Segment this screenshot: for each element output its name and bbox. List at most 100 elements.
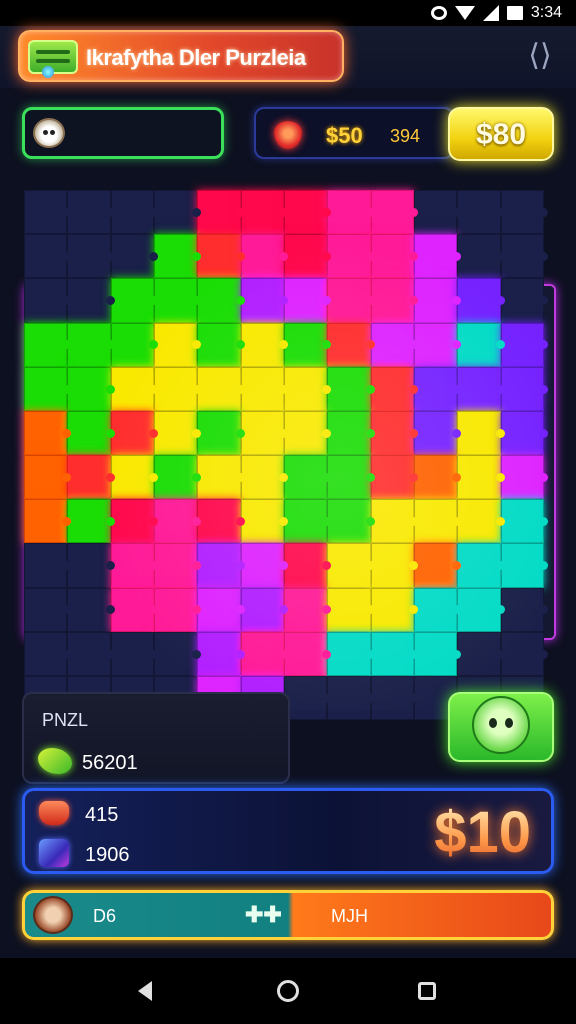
puzzle-piece[interactable] bbox=[197, 455, 246, 500]
exit-button[interactable]: ⟨⟩ bbox=[522, 38, 558, 74]
puzzle-piece[interactable] bbox=[24, 455, 72, 500]
puzzle-piece[interactable] bbox=[67, 631, 116, 676]
puzzle-piece[interactable] bbox=[24, 322, 72, 367]
puzzle-piece[interactable] bbox=[327, 587, 376, 632]
puzzle-piece[interactable] bbox=[153, 322, 202, 367]
puzzle-piece[interactable] bbox=[370, 190, 419, 235]
puzzle-piece[interactable] bbox=[67, 190, 116, 235]
puzzle-piece[interactable] bbox=[457, 366, 506, 411]
puzzle-piece[interactable] bbox=[370, 455, 419, 500]
puzzle-piece[interactable] bbox=[240, 190, 289, 235]
puzzle-piece[interactable] bbox=[197, 322, 246, 367]
puzzle-piece[interactable] bbox=[457, 278, 506, 323]
puzzle-piece[interactable] bbox=[370, 410, 419, 455]
puzzle-piece[interactable] bbox=[67, 410, 116, 455]
puzzle-piece[interactable] bbox=[240, 278, 289, 323]
puzzle-piece[interactable] bbox=[110, 631, 159, 676]
puzzle-piece[interactable] bbox=[413, 190, 462, 235]
puzzle-piece[interactable] bbox=[500, 499, 549, 544]
puzzle-piece[interactable] bbox=[500, 366, 549, 411]
puzzle-piece[interactable] bbox=[413, 234, 462, 279]
puzzle-piece[interactable] bbox=[67, 455, 116, 500]
puzzle-piece[interactable] bbox=[197, 631, 246, 676]
puzzle-piece[interactable] bbox=[153, 410, 202, 455]
puzzle-piece[interactable] bbox=[327, 631, 376, 676]
puzzle-piece[interactable] bbox=[500, 322, 549, 367]
puzzle-piece[interactable] bbox=[500, 631, 549, 676]
puzzle-piece[interactable] bbox=[110, 234, 159, 279]
puzzle-piece[interactable] bbox=[110, 366, 159, 411]
puzzle-piece[interactable] bbox=[283, 410, 332, 455]
puzzle-piece[interactable] bbox=[24, 587, 72, 632]
puzzle-piece[interactable] bbox=[500, 587, 549, 632]
puzzle-piece[interactable] bbox=[457, 190, 506, 235]
puzzle-piece[interactable] bbox=[67, 234, 116, 279]
puzzle-piece[interactable] bbox=[24, 410, 72, 455]
puzzle-piece[interactable] bbox=[153, 278, 202, 323]
puzzle-piece[interactable] bbox=[283, 322, 332, 367]
puzzle-piece[interactable] bbox=[24, 499, 72, 544]
puzzle-piece[interactable] bbox=[327, 278, 376, 323]
puzzle-piece[interactable] bbox=[153, 234, 202, 279]
puzzle-piece[interactable] bbox=[197, 234, 246, 279]
puzzle-piece[interactable] bbox=[283, 234, 332, 279]
puzzle-piece[interactable] bbox=[413, 455, 462, 500]
puzzle-piece[interactable] bbox=[110, 455, 159, 500]
reward-panel[interactable]: 415 1906 $10 bbox=[22, 788, 554, 874]
puzzle-piece[interactable] bbox=[283, 543, 332, 588]
puzzle-piece[interactable] bbox=[240, 366, 289, 411]
puzzle-piece[interactable] bbox=[67, 543, 116, 588]
puzzle-piece[interactable] bbox=[457, 543, 506, 588]
puzzle-piece[interactable] bbox=[500, 455, 549, 500]
puzzle-piece[interactable] bbox=[24, 278, 72, 323]
recents-button[interactable] bbox=[412, 976, 442, 1006]
puzzle-piece[interactable] bbox=[197, 366, 246, 411]
puzzle-piece[interactable] bbox=[240, 499, 289, 544]
puzzle-piece[interactable] bbox=[413, 587, 462, 632]
puzzle-piece[interactable] bbox=[283, 366, 332, 411]
puzzle-piece[interactable] bbox=[457, 322, 506, 367]
puzzle-piece[interactable] bbox=[500, 234, 549, 279]
puzzle-piece[interactable] bbox=[370, 366, 419, 411]
puzzle-piece[interactable] bbox=[197, 410, 246, 455]
reward-price[interactable]: $10 bbox=[434, 799, 531, 866]
puzzle-piece[interactable] bbox=[327, 366, 376, 411]
puzzle-piece[interactable] bbox=[413, 366, 462, 411]
puzzle-piece[interactable] bbox=[457, 499, 506, 544]
puzzle-piece[interactable] bbox=[283, 499, 332, 544]
puzzle-piece[interactable] bbox=[283, 190, 332, 235]
puzzle-piece[interactable] bbox=[240, 631, 289, 676]
puzzle-piece[interactable] bbox=[457, 455, 506, 500]
puzzle-piece[interactable] bbox=[370, 234, 419, 279]
puzzle-piece[interactable] bbox=[327, 190, 376, 235]
puzzle-piece[interactable] bbox=[153, 455, 202, 500]
puzzle-piece[interactable] bbox=[24, 366, 72, 411]
puzzle-piece[interactable] bbox=[283, 587, 332, 632]
puzzle-piece[interactable] bbox=[327, 234, 376, 279]
puzzle-piece[interactable] bbox=[413, 543, 462, 588]
puzzle-piece[interactable] bbox=[24, 631, 72, 676]
back-button[interactable] bbox=[130, 976, 160, 1006]
puzzle-piece[interactable] bbox=[197, 278, 246, 323]
puzzle-piece[interactable] bbox=[197, 499, 246, 544]
puzzle-piece[interactable] bbox=[67, 366, 116, 411]
puzzle-piece[interactable] bbox=[240, 455, 289, 500]
puzzle-piece[interactable] bbox=[153, 499, 202, 544]
puzzle-piece[interactable] bbox=[240, 234, 289, 279]
puzzle-piece[interactable] bbox=[413, 499, 462, 544]
puzzle-piece[interactable] bbox=[413, 410, 462, 455]
puzzle-piece[interactable] bbox=[283, 675, 332, 720]
puzzle-piece[interactable] bbox=[327, 675, 376, 720]
puzzle-piece[interactable] bbox=[283, 455, 332, 500]
puzzle-piece[interactable] bbox=[327, 455, 376, 500]
puzzle-piece[interactable] bbox=[457, 410, 506, 455]
puzzle-piece[interactable] bbox=[67, 278, 116, 323]
puzzle-piece[interactable] bbox=[24, 543, 72, 588]
puzzle-piece[interactable] bbox=[370, 587, 419, 632]
puzzle-piece[interactable] bbox=[110, 410, 159, 455]
puzzle-piece[interactable] bbox=[240, 322, 289, 367]
puzzle-piece[interactable] bbox=[413, 278, 462, 323]
puzzle-piece[interactable] bbox=[110, 322, 159, 367]
puzzle-piece[interactable] bbox=[153, 543, 202, 588]
puzzle-piece[interactable] bbox=[370, 499, 419, 544]
